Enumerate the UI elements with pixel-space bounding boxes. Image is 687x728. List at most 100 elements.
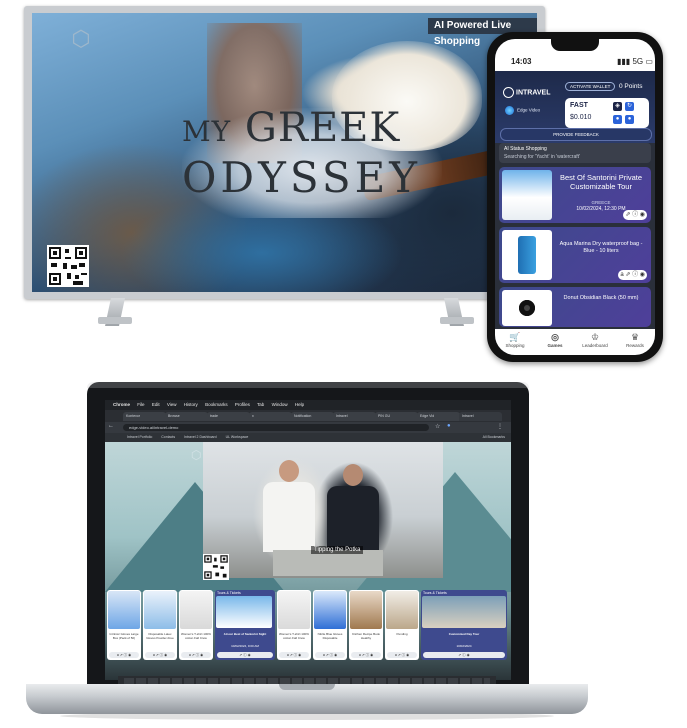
- carousel-card[interactable]: Pending a ⇗ ⓘ ◉: [385, 590, 419, 660]
- carousel-card[interactable]: Intrinsic Gloves Large Box (Pack of 50) …: [107, 590, 141, 660]
- product-card-donut[interactable]: Donut Obsidian Black (50 mm): [499, 287, 651, 327]
- card-actions[interactable]: a ⇗ ⓘ ◉: [351, 652, 381, 658]
- donut-shape: [519, 300, 535, 316]
- menu-bookmarks[interactable]: Bookmarks: [205, 402, 228, 407]
- card-title: Best Of Santorini Private Customizable T…: [559, 173, 643, 191]
- url-input[interactable]: edge-video.ai/intravel-demo: [123, 424, 429, 431]
- bottom-nav: 🛒 Shopping ◎ Games ♔ Leaderboard ♛ Rewards: [495, 329, 655, 355]
- phone-screen: 14:03 ▮▮▮ 5G ▭ INTRAVEL ACTIVATE WALLET …: [495, 39, 655, 355]
- bookmark-item[interactable]: Intravel 2 Dashboard: [184, 435, 217, 439]
- product-card-dry-bag[interactable]: Aqua Marina Dry waterproof bag - Blue - …: [499, 227, 651, 283]
- signal-bars-icon: ▮▮▮: [617, 57, 631, 66]
- bookmark-item[interactable]: Intravel Portfolio: [127, 435, 152, 439]
- card-actions[interactable]: ⇗ ⓘ ◉: [423, 652, 505, 658]
- info-icon[interactable]: ⓘ: [632, 272, 638, 278]
- browser-tab[interactable]: x: [249, 412, 292, 421]
- info-icon[interactable]: ⓘ: [632, 212, 638, 218]
- menu-chrome[interactable]: Chrome: [113, 402, 130, 407]
- menu-file[interactable]: File: [137, 402, 144, 407]
- browser-tab[interactable]: trade: [207, 412, 250, 421]
- browser-tab[interactable]: Intravel: [333, 412, 376, 421]
- share-icon[interactable]: ●: [625, 115, 634, 124]
- product-card-santorini-tour[interactable]: Best Of Santorini Private Customizable T…: [499, 167, 651, 223]
- card-title: Nitrile Blue Gloves Disposable: [317, 632, 343, 640]
- card-actions[interactable]: a ⇗ ⓘ ◉: [181, 652, 211, 658]
- refresh-icon[interactable]: ↻: [625, 102, 634, 111]
- card-category: Tours & Tickets: [217, 591, 241, 595]
- nav-shopping[interactable]: 🛒 Shopping: [495, 332, 535, 348]
- tv-video-screen[interactable]: MY GREEK ODYSSEY ⬡ AI Powered Live Shopp…: [32, 13, 537, 292]
- tv-qr-code[interactable]: [46, 245, 90, 287]
- card-actions[interactable]: a ⇗ ⓘ ◉: [387, 652, 417, 658]
- menu-profiles[interactable]: Profiles: [235, 402, 250, 407]
- card-date: 10/02/2024: [456, 644, 472, 648]
- card-actions[interactable]: ⇗ ⓘ ◉: [217, 652, 273, 658]
- share-icon[interactable]: ⇗: [625, 212, 630, 218]
- battery-icon: ▭: [645, 57, 653, 66]
- menu-tab[interactable]: Tab: [257, 402, 264, 407]
- nav-rewards[interactable]: ♛ Rewards: [615, 332, 655, 348]
- amazon-icon[interactable]: a: [620, 272, 623, 278]
- cart-icon[interactable]: ◉: [640, 212, 645, 218]
- nav-label: Rewards: [626, 343, 644, 348]
- card-actions[interactable]: a ⇗ ⓘ ◉: [109, 652, 139, 658]
- menu-view[interactable]: View: [167, 402, 177, 407]
- tv-intravel-logo: ⬡: [66, 27, 96, 61]
- lid-edge: [87, 382, 529, 388]
- browser-tab-active[interactable]: Intravel: [459, 412, 502, 421]
- card-actions[interactable]: a ⇗ ⓘ ◉: [279, 652, 309, 658]
- card-actions[interactable]: a ⇗ ⓘ ◉: [145, 652, 175, 658]
- carousel-card[interactable]: Nitrile Blue Gloves Disposable a ⇗ ⓘ ◉: [313, 590, 347, 660]
- browser-tab[interactable]: PIN GU: [375, 412, 418, 421]
- carousel-card[interactable]: Women's T-shirt 100% cotton Fall Crew a …: [179, 590, 213, 660]
- browser-tab[interactable]: Notification: [291, 412, 334, 421]
- bookmark-item[interactable]: Contacts: [161, 435, 175, 439]
- carousel-card-tour[interactable]: Tours & Tickets 4-hour Best of Santorini…: [215, 590, 275, 660]
- fast-label: FAST: [570, 102, 588, 109]
- app-logo: INTRAVEL: [503, 87, 550, 98]
- extension-icon[interactable]: ●: [447, 423, 451, 429]
- card-image: [278, 591, 310, 629]
- tv-monitor: MY GREEK ODYSSEY ⬡ AI Powered Live Shopp…: [24, 6, 545, 299]
- video-person-1-body: [263, 482, 315, 552]
- phone-notch: [551, 39, 599, 51]
- menu-help[interactable]: Help: [295, 402, 304, 407]
- carousel-card[interactable]: Disposable Latex Gloves Powder-Free a ⇗ …: [143, 590, 177, 660]
- activate-wallet-button[interactable]: ACTIVATE WALLET: [565, 82, 616, 91]
- carousel-card[interactable]: Kitchen Recipe Book Healthy a ⇗ ⓘ ◉: [349, 590, 383, 660]
- share-icon[interactable]: ⇗: [625, 272, 630, 278]
- cart-icon[interactable]: ◉: [640, 272, 645, 278]
- back-arrow-icon[interactable]: ←: [108, 423, 114, 429]
- nav-label: Games: [547, 343, 563, 348]
- santorini-thumbnail: [502, 170, 552, 220]
- card-category: Tours & Tickets: [423, 591, 447, 595]
- bookmark-item[interactable]: UL Workspace: [226, 435, 249, 439]
- carousel-card-tour[interactable]: Tours & Tickets Customized Day Tour 10/0…: [421, 590, 507, 660]
- link-icon[interactable]: ●: [613, 115, 622, 124]
- menu-edit[interactable]: Edit: [152, 402, 160, 407]
- nav-leaderboard[interactable]: ♔ Leaderboard: [575, 332, 615, 348]
- page-qr-code[interactable]: [203, 554, 229, 580]
- browser-tab-strip: Kontexor Browse trade x Notification Int…: [105, 410, 511, 422]
- ai-status-title: AI Status Shopping: [504, 146, 547, 152]
- video-person-2-body: [327, 486, 379, 552]
- browser-tab[interactable]: Browse: [165, 412, 208, 421]
- tv-show-title-line2: ODYSSEY: [182, 153, 422, 202]
- laptop-opening-notch: [279, 684, 335, 690]
- browser-tab[interactable]: Kontexor: [123, 412, 166, 421]
- cooking-video-player[interactable]: Tipping the Potka: [203, 442, 443, 578]
- menu-history[interactable]: History: [184, 402, 198, 407]
- more-menu-icon[interactable]: ⋮: [497, 423, 503, 430]
- nav-games[interactable]: ◎ Games: [535, 332, 575, 348]
- wallet-icon[interactable]: ◈: [613, 102, 622, 111]
- card-actions[interactable]: a ⇗ ⓘ ◉: [315, 652, 345, 658]
- all-bookmarks[interactable]: All Bookmarks: [483, 433, 505, 442]
- browser-tab[interactable]: Edge Vid: [417, 412, 460, 421]
- card-title: Pending: [396, 632, 408, 636]
- star-icon[interactable]: ☆: [435, 423, 440, 430]
- carousel-card[interactable]: Women's T-shirt 100% cotton Fall Crew a …: [277, 590, 311, 660]
- menu-window[interactable]: Window: [272, 402, 288, 407]
- fast-price-card[interactable]: FAST $0.010 ◈ ↻ ● ●: [565, 98, 649, 128]
- provide-feedback-button[interactable]: PROVIDE FEEDBACK: [500, 128, 652, 141]
- edge-video-brand: Edge Video: [505, 106, 551, 115]
